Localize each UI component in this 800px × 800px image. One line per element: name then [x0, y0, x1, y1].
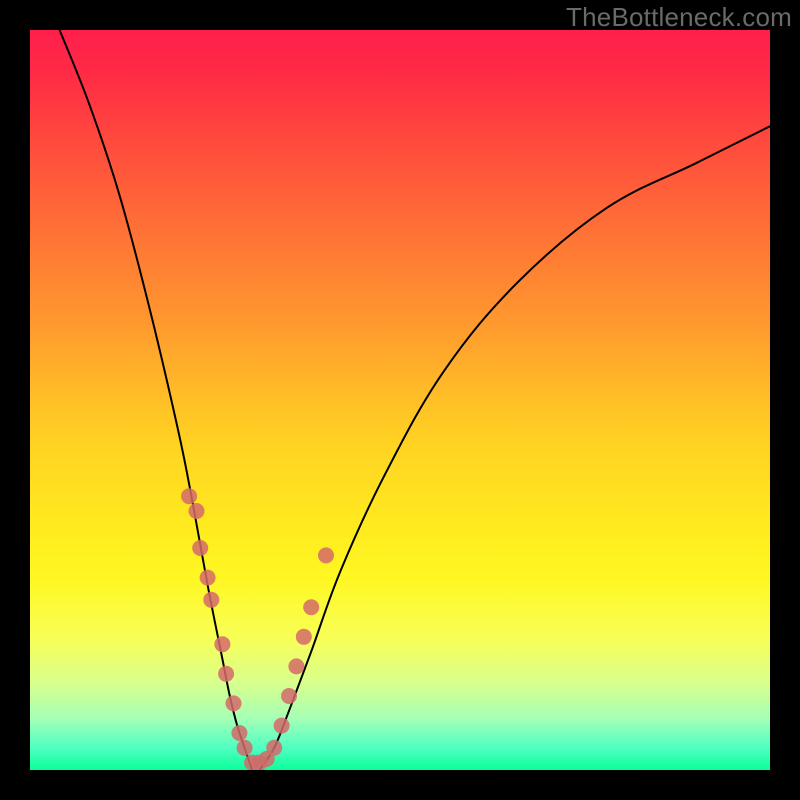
data-marker: [189, 503, 205, 519]
data-marker: [231, 725, 247, 741]
curve-right: [259, 126, 770, 770]
data-marker: [203, 592, 219, 608]
data-marker: [303, 599, 319, 615]
data-marker: [181, 488, 197, 504]
chart-svg: [30, 30, 770, 770]
plot-area: [30, 30, 770, 770]
chart-frame: TheBottleneck.com: [0, 0, 800, 800]
data-marker: [281, 688, 297, 704]
data-marker: [214, 636, 230, 652]
data-marker: [192, 540, 208, 556]
data-marker: [318, 547, 334, 563]
data-marker: [200, 570, 216, 586]
data-marker: [274, 718, 290, 734]
data-marker: [288, 658, 304, 674]
data-marker: [218, 666, 234, 682]
data-marker: [237, 740, 253, 756]
curve-left: [60, 30, 252, 770]
data-marker: [266, 740, 282, 756]
marker-group: [181, 488, 334, 770]
data-marker: [226, 695, 242, 711]
watermark-text: TheBottleneck.com: [566, 2, 792, 33]
data-marker: [296, 629, 312, 645]
